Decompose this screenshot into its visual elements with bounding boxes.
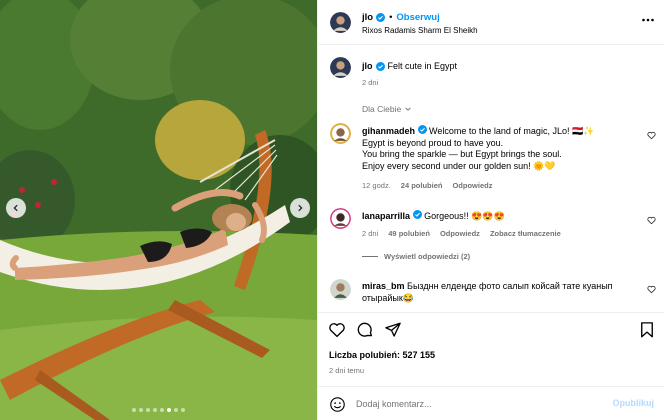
carousel-dot xyxy=(181,408,185,412)
caption-avatar[interactable] xyxy=(330,57,351,78)
comment-likes[interactable]: 49 polubień xyxy=(388,229,430,238)
comment-line: Gorgeous!! 😍😍😍 xyxy=(424,211,505,221)
post-timestamp: 2 dni temu xyxy=(329,366,365,375)
replies-divider xyxy=(362,256,378,257)
post-caption: jlo Felt cute in Egypt xyxy=(362,61,457,71)
post-location[interactable]: Rixos Radamis Sharm El Sheikh xyxy=(362,26,478,35)
heart-icon[interactable] xyxy=(328,321,346,339)
post-media[interactable] xyxy=(0,0,317,420)
carousel-dot xyxy=(160,408,164,412)
comment-meta: 2 dni 49 polubień Odpowiedz Zobacz tłuma… xyxy=(362,229,561,238)
post-photo xyxy=(0,0,317,420)
carousel-next-button[interactable] xyxy=(290,198,310,218)
carousel-dots xyxy=(0,408,317,412)
carousel-dot xyxy=(139,408,143,412)
commenter-username[interactable]: lanaparrilla xyxy=(362,211,410,221)
carousel-dot xyxy=(132,408,136,412)
comment-text: miras_bm Бызднн елдеңде фото салып койса… xyxy=(362,281,632,304)
carousel-dot xyxy=(167,408,171,412)
caption-username[interactable]: jlo xyxy=(362,61,373,71)
comment-line: Egypt is beyond proud to have you. xyxy=(362,137,504,148)
caption-timestamp: 2 dni xyxy=(362,78,379,87)
add-comment-bar: Opublikuj xyxy=(318,386,664,420)
likes-count[interactable]: Liczba polubień: 527 155 xyxy=(329,350,435,360)
header-separator: • xyxy=(389,12,393,23)
comment-input[interactable] xyxy=(356,396,576,412)
post-header: jlo • Obserwuj Rixos Radamis Sharm El Sh… xyxy=(318,0,664,45)
verified-icon xyxy=(376,13,386,22)
comment-time: 12 godz. xyxy=(362,181,391,190)
verified-icon xyxy=(375,61,385,71)
post-actions xyxy=(318,312,664,346)
commenter-avatar[interactable] xyxy=(330,279,351,300)
comment-icon[interactable] xyxy=(356,321,374,339)
comment-line: Бызднн елдеңде фото салып койсай тате ку… xyxy=(407,281,613,291)
comments-filter-label: Dla Ciebie xyxy=(362,104,402,114)
commenter-username[interactable]: miras_bm xyxy=(362,281,405,291)
verified-icon xyxy=(417,125,427,134)
comment-time: 2 dni xyxy=(362,229,379,238)
comment-line: Welcome to the land of magic, JLo! 🇪🇬✨ xyxy=(429,126,595,136)
comment-text: lanaparrilla Gorgeous!! 😍😍😍 xyxy=(362,210,632,223)
carousel-dot xyxy=(174,408,178,412)
post-side-panel: jlo • Obserwuj Rixos Radamis Sharm El Sh… xyxy=(317,0,664,420)
carousel-dot xyxy=(153,408,157,412)
carousel-dot xyxy=(146,408,150,412)
reply-button[interactable]: Odpowiedz xyxy=(440,229,480,238)
publish-button[interactable]: Opublikuj xyxy=(613,398,655,408)
author-username[interactable]: jlo xyxy=(362,12,373,23)
heart-icon[interactable] xyxy=(647,131,656,140)
commenter-username[interactable]: gihanmadeh xyxy=(362,126,415,136)
author-avatar[interactable] xyxy=(330,12,351,33)
chevron-right-icon xyxy=(298,204,303,212)
comment-text: gihanmadeh Welcome to the land of magic,… xyxy=(362,125,632,172)
comment-likes[interactable]: 24 polubień xyxy=(401,181,443,190)
view-replies-button[interactable]: Wyświetl odpowiedzi (2) xyxy=(362,252,470,261)
comment-line: Enjoy every second under our golden sun!… xyxy=(362,160,556,171)
caption-text: Felt cute in Egypt xyxy=(387,61,458,71)
comments-filter-dropdown[interactable]: Dla Ciebie xyxy=(362,104,412,114)
commenter-avatar[interactable] xyxy=(330,208,351,229)
heart-icon[interactable] xyxy=(647,216,656,225)
translate-button[interactable]: Zobacz tłumaczenie xyxy=(490,229,561,238)
comment-line: You bring the sparkle — but Egypt brings… xyxy=(362,149,562,159)
share-icon[interactable] xyxy=(384,321,402,339)
comment-line: отырайык😂 xyxy=(362,292,415,303)
heart-icon[interactable] xyxy=(647,285,656,294)
emoji-icon[interactable] xyxy=(329,396,346,413)
verified-icon xyxy=(412,210,422,219)
reply-button[interactable]: Odpowiedz xyxy=(452,181,492,190)
carousel-prev-button[interactable] xyxy=(6,198,26,218)
comment-meta: 12 godz. 24 polubień Odpowiedz xyxy=(362,181,492,190)
bookmark-icon[interactable] xyxy=(638,321,656,339)
view-replies-label: Wyświetl odpowiedzi (2) xyxy=(384,252,471,261)
chevron-down-icon xyxy=(405,107,411,111)
follow-button[interactable]: Obserwuj xyxy=(396,12,439,23)
commenter-avatar[interactable] xyxy=(330,123,351,144)
more-icon[interactable] xyxy=(641,13,655,27)
chevron-left-icon xyxy=(13,204,18,212)
